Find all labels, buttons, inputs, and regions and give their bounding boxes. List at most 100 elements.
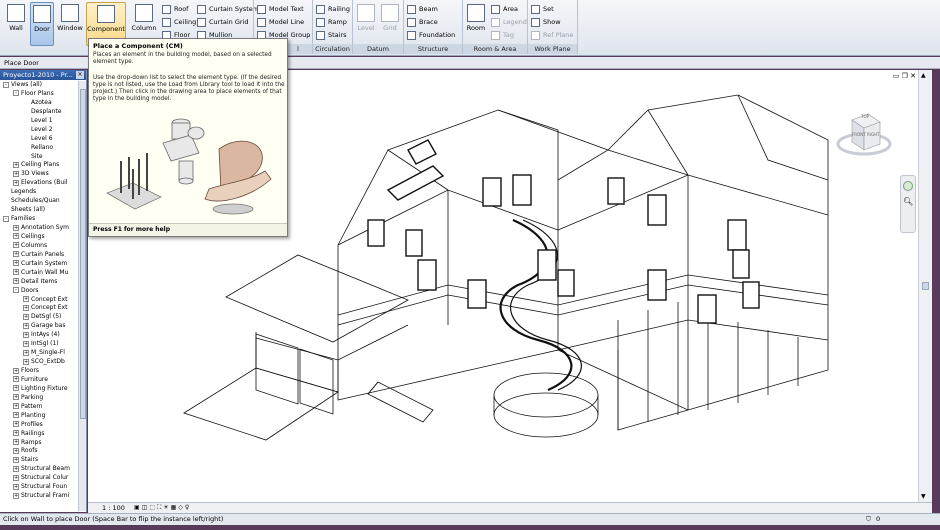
zoom-icon[interactable]: 🔍︎	[903, 197, 913, 207]
expand-icon[interactable]: +	[13, 278, 19, 285]
browser-tree-item[interactable]: + Structural Frami	[0, 492, 78, 501]
browser-tree-item[interactable]: + Garage bas	[0, 322, 78, 331]
stairs-button[interactable]: Stairs	[316, 29, 347, 41]
viewcube[interactable]: TOP FRONT RIGHT	[834, 106, 894, 166]
collapse-icon[interactable]: -	[3, 215, 9, 222]
browser-tree-item[interactable]: + Roofs	[0, 447, 78, 456]
expand-icon[interactable]: +	[23, 331, 29, 338]
tag-button[interactable]: Tag	[491, 29, 514, 41]
filter-icon[interactable]: ⛉	[866, 514, 871, 525]
browser-tree-item[interactable]: + Concept Ext	[0, 296, 78, 305]
expand-icon[interactable]: +	[13, 412, 19, 419]
grid-button[interactable]: Grid	[380, 2, 400, 46]
browser-tree-item[interactable]: + M_Single-Fl	[0, 349, 78, 358]
browser-tree-item[interactable]: + Concept Ext	[0, 304, 78, 313]
door-button[interactable]: Door	[30, 2, 54, 46]
expand-icon[interactable]: +	[13, 242, 19, 249]
level-button[interactable]: Level	[356, 2, 376, 46]
expand-icon[interactable]: +	[13, 483, 19, 490]
expand-icon[interactable]: +	[13, 224, 19, 231]
ramp-button[interactable]: Ramp	[316, 16, 347, 28]
expand-icon[interactable]: +	[13, 492, 19, 499]
expand-icon[interactable]: +	[23, 296, 29, 302]
expand-icon[interactable]: +	[13, 269, 19, 276]
expand-icon[interactable]: +	[13, 430, 19, 437]
browser-tree-item[interactable]: + Ramps	[0, 439, 78, 448]
expand-icon[interactable]: +	[23, 313, 29, 320]
expand-icon[interactable]: +	[13, 376, 19, 383]
model-line-button[interactable]: Model Line	[257, 16, 304, 28]
expand-icon[interactable]: +	[13, 161, 19, 168]
browser-tree-item[interactable]: + Pattern	[0, 403, 78, 412]
expand-icon[interactable]: +	[13, 474, 19, 481]
browser-tree-item[interactable]: + Columns	[0, 242, 78, 251]
expand-icon[interactable]: +	[13, 260, 19, 267]
view-scale[interactable]: 1 : 100	[102, 503, 125, 513]
expand-icon[interactable]: +	[13, 394, 19, 401]
collapse-icon[interactable]: -	[13, 90, 19, 97]
navigation-bar[interactable]: 🔍︎	[900, 175, 916, 233]
ceiling-button[interactable]: Ceiling	[162, 16, 196, 28]
scrollbar-thumb[interactable]	[80, 89, 86, 419]
browser-tree-item[interactable]: + SCO_ExtDb	[0, 358, 78, 367]
browser-tree-item[interactable]: + Planting	[0, 412, 78, 421]
browser-tree-item[interactable]: Desplante	[0, 108, 78, 117]
curtain-grid-button[interactable]: Curtain Grid	[197, 16, 249, 28]
browser-tree-item[interactable]: + Profiles	[0, 421, 78, 430]
expand-icon[interactable]: +	[13, 170, 19, 177]
browser-tree-item[interactable]: + DetSgl (5)	[0, 313, 78, 322]
expand-icon[interactable]: +	[13, 367, 19, 374]
roof-button[interactable]: Roof	[162, 3, 188, 15]
brace-button[interactable]: Brace	[407, 16, 438, 28]
browser-tree-item[interactable]: + Annotation Sym	[0, 224, 78, 233]
expand-icon[interactable]: +	[23, 304, 29, 311]
expand-icon[interactable]: +	[13, 403, 19, 410]
browser-tree-item[interactable]: Level 1	[0, 117, 78, 126]
expand-icon[interactable]: +	[23, 340, 29, 347]
browser-tree-item[interactable]: Rellano	[0, 144, 78, 153]
browser-tree-item[interactable]: + Parking	[0, 394, 78, 403]
browser-tree-item[interactable]: Azotea	[0, 99, 78, 108]
browser-tree-item[interactable]: + Ceiling Plans	[0, 161, 78, 170]
browser-tree-item[interactable]: + Railings	[0, 430, 78, 439]
room-button[interactable]: Room	[465, 2, 487, 46]
browser-tree-item[interactable]: + Lighting Fixture	[0, 385, 78, 394]
browser-tree-item[interactable]: + IntSgl (1)	[0, 340, 78, 349]
browser-scrollbar[interactable]	[78, 81, 86, 511]
expand-icon[interactable]: +	[13, 233, 19, 240]
set-workplane-button[interactable]: Set	[531, 3, 554, 15]
collapse-icon[interactable]: -	[3, 81, 9, 88]
browser-tree-item[interactable]: + Detail Items	[0, 278, 78, 287]
area-button[interactable]: Area	[491, 3, 518, 15]
browser-tree-item[interactable]: - Families	[0, 215, 78, 224]
beam-button[interactable]: Beam	[407, 3, 438, 15]
expand-icon[interactable]: +	[13, 251, 19, 258]
browser-tree-item[interactable]: + Ceilings	[0, 233, 78, 242]
close-icon[interactable]: ×	[76, 71, 84, 79]
expand-icon[interactable]: +	[13, 465, 19, 472]
browser-tree-item[interactable]: + Structural Colur	[0, 474, 78, 483]
expand-icon[interactable]: +	[13, 439, 19, 445]
browser-tree-item[interactable]: + Structural Beam	[0, 465, 78, 474]
expand-icon[interactable]: +	[13, 179, 19, 186]
browser-tree-item[interactable]: + Elevations (Buil	[0, 179, 78, 188]
browser-tree-item[interactable]: + Floors	[0, 367, 78, 376]
browser-tree-item[interactable]: +3D Views	[0, 170, 78, 179]
browser-tree-item[interactable]: Schedules/Quan	[0, 197, 78, 206]
browser-tree-item[interactable]: + Curtain Panels	[0, 251, 78, 260]
expand-icon[interactable]: +	[23, 349, 29, 356]
expand-icon[interactable]: +	[23, 358, 29, 365]
browser-tree-item[interactable]: + Stairs	[0, 456, 78, 465]
steering-wheel-icon[interactable]	[903, 181, 913, 191]
expand-icon[interactable]: +	[13, 421, 19, 428]
curtain-system-button[interactable]: Curtain System	[197, 3, 259, 15]
browser-tree-item[interactable]: + Furniture	[0, 376, 78, 385]
browser-tree-item[interactable]: Level 2	[0, 126, 78, 135]
browser-tree-item[interactable]: + Structural Foun	[0, 483, 78, 492]
browser-tree-item[interactable]: + IntAys (4)	[0, 331, 78, 340]
model-text-button[interactable]: Model Text	[257, 3, 304, 15]
canvas-vertical-scrollbar[interactable]: ▲ ▼	[918, 70, 932, 502]
browser-tree-item[interactable]: + Curtain Wall Mu	[0, 269, 78, 278]
window-button[interactable]: Window	[56, 2, 84, 46]
browser-tree-item[interactable]: Site	[0, 153, 78, 162]
